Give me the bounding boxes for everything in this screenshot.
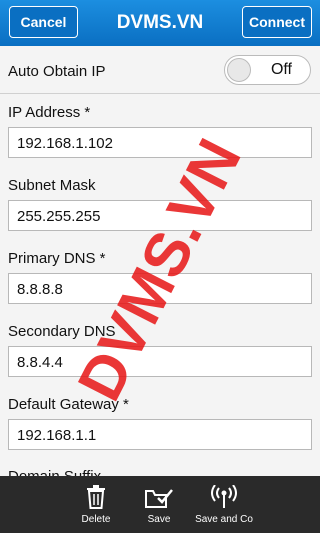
delete-button[interactable]: Delete <box>76 476 116 533</box>
header-bar: Cancel DVMS.VN Connect <box>0 0 320 46</box>
delete-label: Delete <box>81 514 111 525</box>
primary-dns-field[interactable]: 8.8.8.8 <box>8 273 312 304</box>
auto-obtain-ip-toggle[interactable]: Off <box>224 55 311 85</box>
save-button[interactable]: Save <box>139 476 179 533</box>
domain-suffix-label: Domain Suffix <box>8 468 101 476</box>
default-gateway-field[interactable]: 192.168.1.1 <box>8 419 312 450</box>
auto-obtain-ip-label: Auto Obtain IP <box>8 63 106 80</box>
bottom-toolbar: Delete Save Save and Co <box>0 476 320 533</box>
secondary-dns-field[interactable]: 8.8.4.4 <box>8 346 312 377</box>
connect-button[interactable]: Connect <box>242 6 312 38</box>
secondary-dns-label: Secondary DNS <box>8 323 116 340</box>
subnet-mask-field[interactable]: 255.255.255 <box>8 200 312 231</box>
trash-icon <box>87 485 105 509</box>
primary-dns-label: Primary DNS * <box>8 250 106 267</box>
ip-address-field[interactable]: 192.168.1.102 <box>8 127 312 158</box>
settings-form: Auto Obtain IP Off IP Address * 192.168.… <box>0 46 320 476</box>
subnet-mask-label: Subnet Mask <box>8 177 96 194</box>
divider <box>0 93 320 94</box>
default-gateway-label: Default Gateway * <box>8 396 129 413</box>
save-label: Save <box>147 514 171 525</box>
ip-address-label: IP Address * <box>8 104 91 121</box>
save-and-connect-button[interactable]: Save and Co <box>194 476 254 533</box>
toggle-knob <box>227 58 251 82</box>
toggle-state-label: Off <box>270 61 292 78</box>
save-folder-icon <box>145 489 173 508</box>
wifi-antenna-icon <box>211 485 237 508</box>
save-and-connect-label: Save and Co <box>195 514 253 525</box>
